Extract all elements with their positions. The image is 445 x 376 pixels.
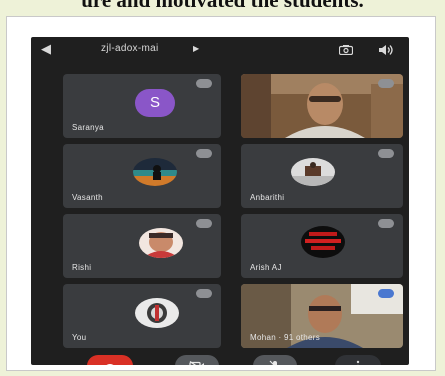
camera-toggle-button[interactable] [175,355,219,365]
participant-tile[interactable]: Mohan · 91 others [241,284,403,348]
avatar [139,228,183,258]
document-page: ure and motivated the students. ◀ zjl-ad… [0,0,445,376]
participant-tile[interactable]: S Saranya [63,74,221,138]
mic-muted-icon [196,289,212,298]
call-top-bar: ◀ zjl-adox-mai ▶ [31,37,409,63]
participant-tile[interactable]: You [63,284,221,348]
mic-toggle-button[interactable] [253,355,297,365]
meet-call-screen: ◀ zjl-adox-mai ▶ S Saranya Vasanth Anbar… [31,37,409,365]
speaker-icon[interactable] [378,44,394,56]
mic-muted-icon [378,219,394,228]
meeting-code[interactable]: zjl-adox-mai [101,43,159,55]
participant-name: Anbarithi [250,193,285,202]
participant-name: Arish AJ [250,263,282,272]
mic-muted-icon [378,79,394,88]
participant-name: Mohan · 91 others [250,333,321,342]
chevron-right-icon[interactable]: ▶ [193,43,199,55]
participant-name: Rishi [72,263,92,272]
participant-tile[interactable]: Vasanth [63,144,221,208]
mic-muted-icon [196,219,212,228]
mic-muted-icon [196,79,212,88]
avatar-letter: S [149,94,160,111]
more-options-icon [356,360,360,365]
participant-tile[interactable]: Rishi [63,214,221,278]
avatar [291,158,335,186]
more-options-button[interactable] [335,355,381,365]
speaking-indicator-icon [378,289,394,298]
screenshot-frame: ◀ zjl-adox-mai ▶ S Saranya Vasanth Anbar… [6,16,436,371]
participant-name: You [72,333,87,342]
camera-switch-icon[interactable] [339,45,353,55]
mic-muted-icon [196,149,212,158]
hang-up-icon [106,364,114,365]
avatar [301,226,345,258]
participant-tile[interactable] [241,74,403,138]
camera-off-icon [189,361,204,365]
mic-muted-icon [378,149,394,158]
back-arrow-icon[interactable]: ◀ [41,42,51,56]
participant-name: Vasanth [72,193,103,202]
caption-text: ure and motivated the students. [81,0,364,12]
participant-tile[interactable]: Arish AJ [241,214,403,278]
avatar: S [135,89,175,117]
participant-name: Saranya [72,123,104,132]
avatar [133,158,177,186]
hang-up-button[interactable] [87,355,133,365]
participant-tile[interactable]: Anbarithi [241,144,403,208]
mic-off-icon [269,360,277,365]
avatar [135,298,179,328]
